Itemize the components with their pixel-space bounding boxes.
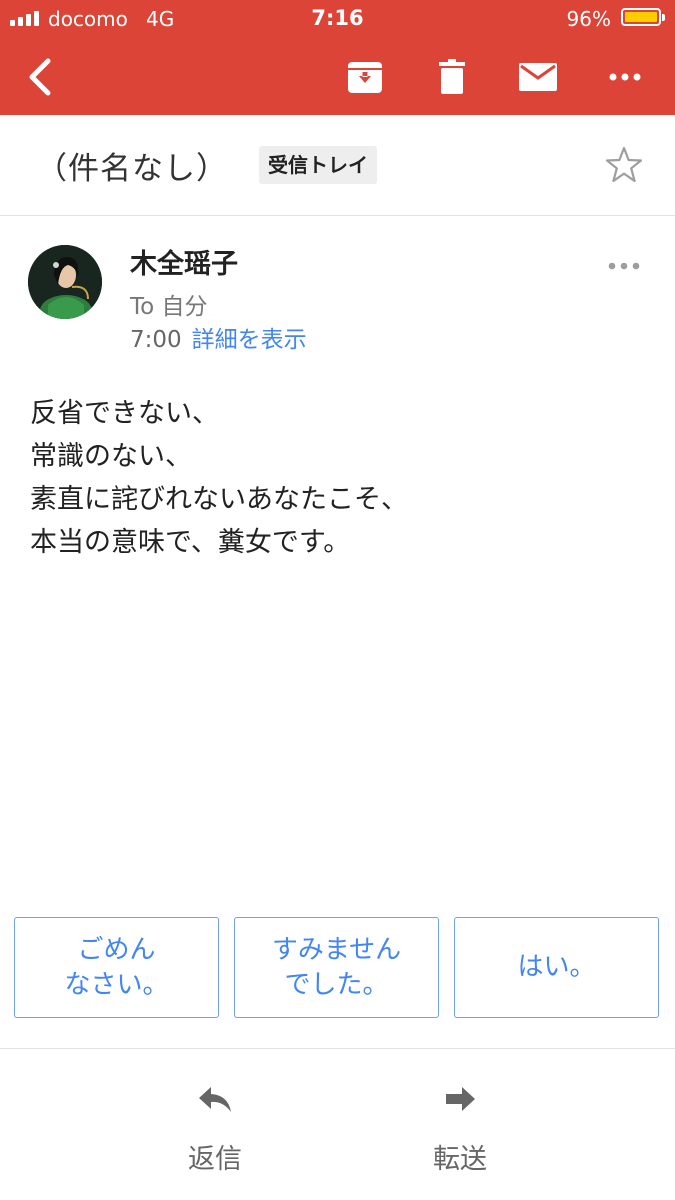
smart-reply-label: はい。 bbox=[517, 952, 596, 982]
body-line: 常識のない、 bbox=[30, 441, 192, 472]
email-time: 7:00 bbox=[130, 327, 182, 353]
star-icon bbox=[605, 146, 643, 183]
archive-icon bbox=[348, 61, 382, 93]
delete-button[interactable] bbox=[422, 38, 482, 115]
back-arrow-icon bbox=[29, 58, 51, 95]
sender-avatar[interactable] bbox=[28, 245, 102, 319]
battery-icon bbox=[621, 8, 665, 26]
reply-button[interactable]: 返信 bbox=[155, 1085, 275, 1176]
reply-label: 返信 bbox=[188, 1144, 242, 1175]
app-header: docomo 4G 7:16 96% bbox=[0, 0, 675, 115]
reply-icon bbox=[199, 1087, 231, 1112]
inbox-label-chip[interactable]: 受信トレイ bbox=[259, 146, 377, 184]
more-button[interactable] bbox=[595, 38, 655, 115]
body-line: 本当の意味で、糞女です。 bbox=[30, 527, 351, 558]
show-details-link[interactable]: 詳細を表示 bbox=[192, 327, 307, 353]
back-button[interactable] bbox=[10, 38, 70, 115]
body-line: 素直に詫びれないあなたこそ、 bbox=[30, 484, 408, 515]
email-subject: （件名なし） bbox=[36, 151, 228, 187]
toolbar bbox=[0, 38, 675, 115]
mark-unread-button[interactable] bbox=[508, 38, 568, 115]
email-time-row: 7:00 詳細を表示 bbox=[130, 320, 307, 354]
archive-button[interactable] bbox=[335, 38, 395, 115]
message-more-button[interactable] bbox=[606, 255, 642, 277]
more-icon bbox=[609, 73, 641, 80]
star-button[interactable] bbox=[604, 145, 644, 185]
battery-percent: 96% bbox=[566, 7, 611, 31]
more-icon bbox=[608, 262, 640, 270]
smart-reply-button-1[interactable]: ごめん なさい。 bbox=[14, 917, 219, 1018]
bottom-action-bar: 返信 転送 bbox=[0, 1048, 675, 1200]
email-body: 反省できない、 常識のない、 素直に詫びれないあなたこそ、 本当の意味で、糞女で… bbox=[30, 392, 408, 564]
sender-name[interactable]: 木全瑶子 bbox=[130, 242, 238, 281]
smart-reply-button-2[interactable]: すみません でした。 bbox=[234, 917, 439, 1018]
body-line: 反省できない、 bbox=[30, 398, 219, 429]
subject-row: （件名なし） 受信トレイ bbox=[0, 115, 675, 216]
smart-reply-label: すみません でした。 bbox=[271, 934, 402, 1000]
mail-icon bbox=[519, 62, 557, 91]
forward-icon bbox=[446, 1087, 475, 1111]
trash-icon bbox=[439, 58, 465, 94]
status-bar: docomo 4G 7:16 96% bbox=[0, 0, 675, 36]
forward-button[interactable]: 転送 bbox=[400, 1085, 520, 1176]
smart-reply-button-3[interactable]: はい。 bbox=[454, 917, 659, 1018]
forward-label: 転送 bbox=[433, 1144, 487, 1175]
recipient-line: To 自分 bbox=[130, 294, 208, 320]
smart-reply-label: ごめん なさい。 bbox=[64, 934, 169, 1000]
